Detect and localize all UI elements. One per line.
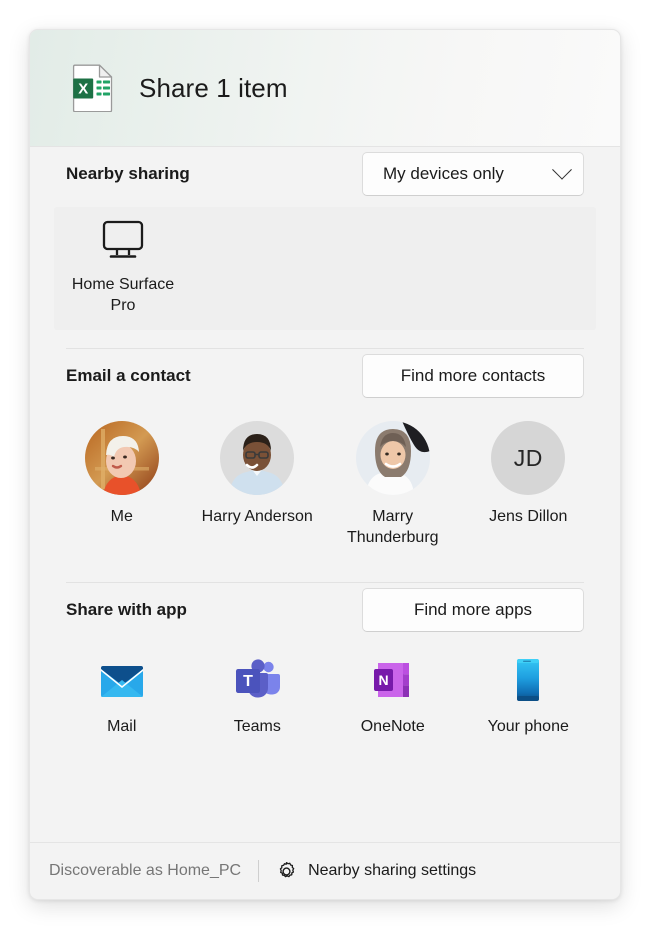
svg-text:N: N <box>378 672 388 688</box>
app-label: Mail <box>107 718 137 736</box>
contacts-grid: Me Harry Anderson Marry Thunderburg JD J… <box>30 403 620 582</box>
share-dialog: X Share 1 item Nearby sharing My devices… <box>29 29 621 900</box>
email-contact-title: Email a contact <box>66 366 191 386</box>
app-tile-onenote[interactable]: N OneNote <box>325 643 461 751</box>
gear-icon <box>276 861 297 882</box>
app-label: Teams <box>233 718 281 736</box>
svg-text:T: T <box>243 673 253 690</box>
excel-file-icon: X <box>70 64 114 113</box>
app-label: OneNote <box>360 718 425 736</box>
find-more-apps-label: Find more apps <box>413 600 533 620</box>
avatar <box>84 421 159 496</box>
avatar <box>355 421 430 496</box>
dialog-footer: Discoverable as Home_PC Nearby sharing s… <box>30 842 620 899</box>
share-with-app-title: Share with app <box>66 600 187 620</box>
email-contact-header: Email a contact Find more contacts <box>66 349 584 403</box>
dialog-header: X Share 1 item <box>30 30 620 147</box>
mail-icon <box>97 655 147 705</box>
nearby-devices-strip: Home Surface Pro <box>54 207 596 331</box>
email-contact-section: Email a contact Find more contacts <box>30 349 620 403</box>
page-title: Share 1 item <box>139 72 288 103</box>
nearby-sharing-settings-label: Nearby sharing settings <box>308 862 477 879</box>
nearby-device-home-surface-pro[interactable]: Home Surface Pro <box>54 207 192 330</box>
teams-icon: T <box>232 655 282 705</box>
nearby-sharing-title: Nearby sharing <box>66 164 190 183</box>
contact-label: Marry Thunderburg <box>346 508 439 547</box>
find-more-apps-button[interactable]: Find more apps <box>362 588 584 633</box>
share-with-app-section: Share with app Find more apps <box>30 583 620 637</box>
contacts-row: Me Harry Anderson Marry Thunderburg JD J… <box>54 409 596 562</box>
nearby-sharing-header: Nearby sharing My devices only <box>66 147 584 201</box>
footer-separator <box>258 860 260 882</box>
your-phone-icon <box>503 655 553 705</box>
find-more-contacts-label: Find more contacts <box>400 366 546 386</box>
avatar: JD <box>491 421 566 496</box>
nearby-devices-grid: Home Surface Pro <box>30 201 620 348</box>
nearby-sharing-scope-dropdown[interactable]: My devices only <box>362 152 584 196</box>
contact-tile-harry-anderson[interactable]: Harry Anderson <box>190 409 326 541</box>
monitor-icon <box>100 219 146 263</box>
svg-text:X: X <box>78 81 88 98</box>
contact-label: Jens Dillon <box>489 508 568 526</box>
app-tile-teams[interactable]: T Teams <box>190 643 326 751</box>
nearby-device-label: Home Surface Pro <box>71 276 175 315</box>
avatar <box>220 421 295 496</box>
onenote-icon: N <box>368 655 418 705</box>
nearby-sharing-settings-link[interactable]: Nearby sharing settings <box>276 861 476 882</box>
apps-row: Mail T Teams N OneNote Your phone <box>54 643 596 751</box>
nearby-sharing-scope-value: My devices only <box>383 164 504 183</box>
contact-label: Me <box>110 508 133 526</box>
app-tile-mail[interactable]: Mail <box>54 643 190 751</box>
share-with-app-header: Share with app Find more apps <box>66 583 584 637</box>
contact-label: Harry Anderson <box>201 508 313 526</box>
apps-grid: Mail T Teams N OneNote Your phone <box>30 637 620 773</box>
discoverable-status: Discoverable as Home_PC <box>49 862 242 879</box>
find-more-contacts-button[interactable]: Find more contacts <box>362 354 584 399</box>
app-label: Your phone <box>487 718 569 736</box>
nearby-sharing-section: Nearby sharing My devices only <box>30 147 620 201</box>
contact-tile-jens-dillon[interactable]: JD Jens Dillon <box>461 409 597 541</box>
app-tile-your-phone[interactable]: Your phone <box>461 643 597 751</box>
chevron-down-icon <box>552 159 572 180</box>
contact-tile-marry-thunderburg[interactable]: Marry Thunderburg <box>325 409 461 562</box>
contact-tile-me[interactable]: Me <box>54 409 190 541</box>
